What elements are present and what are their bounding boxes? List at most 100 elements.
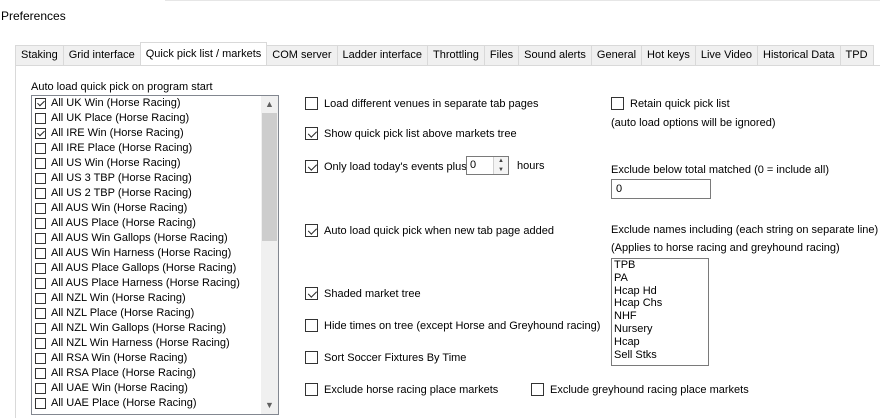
option-only-today-label: Only load today's events plus <box>324 160 467 173</box>
option-shaded-tree[interactable]: Shaded market tree <box>305 287 421 300</box>
list-item[interactable]: All AUS Place Harness (Horse Racing) <box>32 276 260 291</box>
checkbox-exclude-horse-place[interactable] <box>305 383 318 396</box>
checkbox-auto-load-new-tab[interactable] <box>305 224 318 237</box>
exclude-names-textarea[interactable]: TPB PA Hcap Hd Hcap Chs NHF Nursery Hcap Sell S… <box>611 258 709 366</box>
list-item-label: All AUS Place Harness (Horse Racing) <box>51 277 240 289</box>
tab-hot-keys[interactable]: Hot keys <box>641 45 696 65</box>
spinner-up-icon[interactable]: ▲ <box>494 157 508 165</box>
checkbox-show-above-tree[interactable] <box>305 127 318 140</box>
list-item[interactable]: All NZL Place (Horse Racing) <box>32 306 260 321</box>
list-item[interactable]: All NZL Win Gallops (Horse Racing) <box>32 321 260 336</box>
list-item[interactable]: All AUS Win Harness (Horse Racing) <box>32 246 260 261</box>
exclude-name-line: NHF <box>614 310 637 323</box>
list-item[interactable]: All US 2 TBP (Horse Racing) <box>32 186 260 201</box>
list-item-label: All NZL Place (Horse Racing) <box>51 307 195 319</box>
tab-sound-alerts[interactable]: Sound alerts <box>518 45 592 65</box>
list-item-checkbox[interactable] <box>35 398 46 409</box>
list-item[interactable]: All AUS Place Gallops (Horse Racing) <box>32 261 260 276</box>
list-item[interactable]: All AUS Win (Horse Racing) <box>32 201 260 216</box>
list-item-checkbox[interactable] <box>35 98 46 109</box>
list-item-checkbox[interactable] <box>35 293 46 304</box>
list-item[interactable]: All NZL Win (Horse Racing) <box>32 291 260 306</box>
option-exclude-grey-place[interactable]: Exclude greyhound racing place markets <box>531 383 749 396</box>
checkbox-hide-times[interactable] <box>305 319 318 332</box>
exclude-names-note: (Applies to horse racing and greyhound r… <box>611 242 840 254</box>
tab-general[interactable]: General <box>590 45 643 65</box>
option-retain[interactable]: Retain quick pick list <box>611 97 730 110</box>
tab-strip: Staking Grid interface Quick pick list / m… <box>15 42 880 65</box>
option-sort-soccer[interactable]: Sort Soccer Fixtures By Time <box>305 351 466 364</box>
list-item-checkbox[interactable] <box>35 173 46 184</box>
list-item-checkbox[interactable] <box>35 383 46 394</box>
list-item-checkbox[interactable] <box>35 188 46 199</box>
list-item-checkbox[interactable] <box>35 233 46 244</box>
list-item-checkbox[interactable] <box>35 143 46 154</box>
list-item-checkbox[interactable] <box>35 128 46 139</box>
option-separate-tabs[interactable]: Load different venues in separate tab pa… <box>305 97 538 110</box>
exclude-name-line: TPB <box>614 259 636 271</box>
list-item-label: All UAE Place (Horse Racing) <box>51 397 197 409</box>
list-item-checkbox[interactable] <box>35 353 46 364</box>
exclude-total-input[interactable]: 0 <box>611 179 711 199</box>
list-item[interactable]: All IRE Place (Horse Racing) <box>32 141 260 156</box>
list-item-label: All RSA Place (Horse Racing) <box>51 367 196 379</box>
checkbox-separate-tabs[interactable] <box>305 97 318 110</box>
list-item[interactable]: All UAE Win (Horse Racing) <box>32 381 260 396</box>
list-item-label: All UK Win (Horse Racing) <box>51 97 181 109</box>
chevron-down-icon[interactable]: ▼ <box>261 397 278 414</box>
tab-ladder-interface[interactable]: Ladder interface <box>336 45 429 65</box>
list-item-checkbox[interactable] <box>35 158 46 169</box>
list-item[interactable]: All US Win (Horse Racing) <box>32 156 260 171</box>
list-item-checkbox[interactable] <box>35 263 46 274</box>
list-item-checkbox[interactable] <box>35 278 46 289</box>
option-show-above-tree[interactable]: Show quick pick list above markets tree <box>305 127 517 140</box>
window-titlebar: Preferences <box>0 0 880 32</box>
option-exclude-horse-place[interactable]: Exclude horse racing place markets <box>305 383 498 396</box>
spinner-down-icon[interactable]: ▼ <box>494 166 508 174</box>
tab-live-video[interactable]: Live Video <box>694 45 759 65</box>
scrollbar-thumb[interactable] <box>262 113 277 241</box>
list-item[interactable]: All AUS Place (Horse Racing) <box>32 216 260 231</box>
checkbox-exclude-grey-place[interactable] <box>531 383 544 396</box>
list-item[interactable]: All RSA Place (Horse Racing) <box>32 366 260 381</box>
tab-grid-interface[interactable]: Grid interface <box>62 45 141 65</box>
list-item[interactable]: All UAE Place (Horse Racing) <box>32 396 260 411</box>
tab-quick-pick-list-markets[interactable]: Quick pick list / markets <box>139 42 268 65</box>
chevron-up-icon[interactable]: ▲ <box>261 96 278 113</box>
list-item-checkbox[interactable] <box>35 203 46 214</box>
list-item-checkbox[interactable] <box>35 248 46 259</box>
list-item-checkbox[interactable] <box>35 113 46 124</box>
list-item-checkbox[interactable] <box>35 308 46 319</box>
listbox-scrollbar[interactable]: ▲ ▼ <box>261 96 278 414</box>
option-auto-load-new-tab-label: Auto load quick pick when new tab page a… <box>324 224 554 237</box>
option-hide-times[interactable]: Hide times on tree (except Horse and Gre… <box>305 319 600 332</box>
list-item[interactable]: All AUS Win Gallops (Horse Racing) <box>32 231 260 246</box>
checkbox-only-today[interactable] <box>305 160 318 173</box>
list-item[interactable]: All US 3 TBP (Horse Racing) <box>32 171 260 186</box>
exclude-name-line: PA <box>614 271 628 284</box>
checkbox-shaded-tree[interactable] <box>305 287 318 300</box>
tab-com-server[interactable]: COM server <box>266 45 338 65</box>
tab-historical-data[interactable]: Historical Data <box>757 45 841 65</box>
tab-tpd[interactable]: TPD <box>839 45 874 65</box>
list-item[interactable]: All NZL Win Harness (Horse Racing) <box>32 336 260 351</box>
hours-spinner[interactable]: 0 ▲ ▼ <box>466 156 509 175</box>
tab-files[interactable]: Files <box>483 45 520 65</box>
list-item-checkbox[interactable] <box>35 338 46 349</box>
checkbox-retain[interactable] <box>611 97 624 110</box>
autoload-items: All UK Win (Horse Racing) All UK Place (H… <box>32 96 260 411</box>
option-only-today[interactable]: Only load today's events plus <box>305 160 467 173</box>
list-item[interactable]: All UK Place (Horse Racing) <box>32 111 260 126</box>
list-item-checkbox[interactable] <box>35 323 46 334</box>
list-item-checkbox[interactable] <box>35 218 46 229</box>
tab-throttling[interactable]: Throttling <box>427 45 485 65</box>
autoload-listbox[interactable]: All UK Win (Horse Racing) All UK Place (H… <box>31 95 279 415</box>
list-item-checkbox[interactable] <box>35 368 46 379</box>
tab-staking[interactable]: Staking <box>15 45 64 65</box>
list-item[interactable]: All UK Win (Horse Racing) <box>32 96 260 111</box>
list-item[interactable]: All IRE Win (Horse Racing) <box>32 126 260 141</box>
list-item[interactable]: All RSA Win (Horse Racing) <box>32 351 260 366</box>
list-item-label: All AUS Win (Horse Racing) <box>51 202 188 214</box>
checkbox-sort-soccer[interactable] <box>305 351 318 364</box>
option-auto-load-new-tab[interactable]: Auto load quick pick when new tab page a… <box>305 224 554 237</box>
